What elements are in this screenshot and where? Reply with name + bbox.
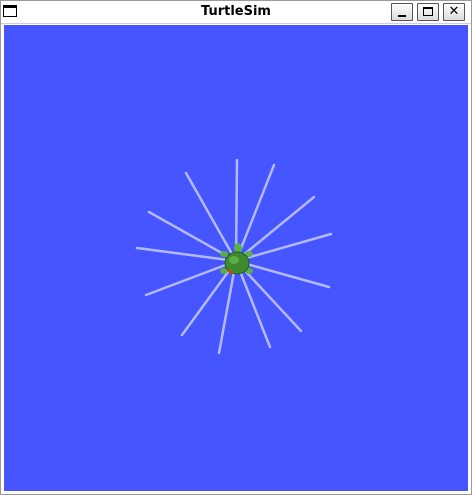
- minimize-button[interactable]: [391, 3, 413, 21]
- window-menu-icon[interactable]: [3, 5, 17, 17]
- turtlesim-window: TurtleSim ✕: [0, 0, 472, 495]
- close-icon: ✕: [448, 4, 460, 19]
- turtle-head: [234, 243, 242, 253]
- minimize-icon: [398, 15, 406, 17]
- turtle-canvas[interactable]: [4, 25, 468, 491]
- close-button[interactable]: ✕: [443, 3, 465, 21]
- turtle-shell-pattern: [229, 256, 239, 264]
- maximize-button[interactable]: [417, 3, 439, 21]
- turtle-canvas-svg: [4, 25, 468, 491]
- turtle-leg: [220, 251, 228, 257]
- title-bar[interactable]: TurtleSim ✕: [1, 1, 471, 24]
- maximize-icon: [423, 7, 433, 16]
